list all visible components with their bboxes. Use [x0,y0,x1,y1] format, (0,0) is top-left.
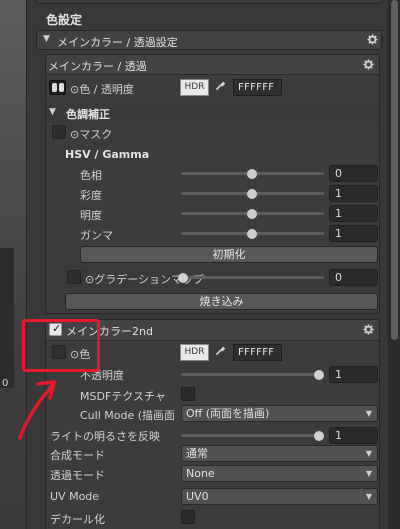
dropdown-caret-icon: ▼ [365,409,372,418]
decal-label: デカール化 [50,513,105,526]
gradient-map-value-field[interactable]: 0 [329,269,378,286]
cull-mode-label: Cull Mode (描画面 [80,409,176,422]
scrollbar-thumb[interactable] [391,0,398,340]
opacity-slider-knob[interactable] [314,370,324,380]
gear-icon[interactable] [363,324,374,338]
transparency-mode-label: 透過モード [50,469,105,482]
bake-button[interactable]: 焼き込み [65,293,378,310]
eyedropper-icon[interactable] [212,345,228,361]
gear-icon[interactable] [363,59,374,73]
uv-mode-label: UV Mode [50,490,100,503]
light-intensity-slider[interactable] [181,434,324,437]
light-intensity-value-field[interactable]: 1 [329,427,378,444]
scene-view-strip: 0 [0,0,26,529]
main-color-group-header[interactable]: ▼ メインカラー / 透過設定 [36,30,382,50]
saturation-slider-knob[interactable] [247,189,257,199]
hsv-gamma-title: HSV / Gamma [65,148,150,161]
blend-mode-value: 通常 [186,447,208,460]
section-title: 色設定 [46,13,83,27]
cull-mode-dropdown[interactable]: Off (両面を描画) ▼ [181,405,378,422]
tone-correction-title: 色調補正 [66,108,110,121]
uv-mode-value: UV0 [186,490,209,503]
cull-mode-value: Off (両面を描画) [186,407,270,420]
gradient-map-slider-knob[interactable] [178,273,188,283]
main-color-subheader: メインカラー / 透過 [46,55,379,75]
msdf-checkbox[interactable] [181,387,195,401]
texture-slot[interactable] [49,80,66,95]
hdr-badge[interactable]: HDR [180,79,209,96]
scene-view-edge [0,248,14,388]
foldout-triangle-icon[interactable]: ▼ [49,107,56,117]
opacity-value-field[interactable]: 1 [329,366,378,383]
gradient-map-slider[interactable] [182,276,324,279]
hue-slider-knob[interactable] [247,169,257,179]
opacity-slider[interactable] [181,373,324,376]
light-intensity-slider-knob[interactable] [314,431,324,441]
color-2nd-hex-field[interactable]: FFFFFF [233,344,282,361]
inspector-scrollbar[interactable] [388,0,400,529]
dropdown-caret-icon: ▼ [365,449,372,458]
foldout-triangle-icon[interactable]: ▼ [43,34,50,44]
transparency-mode-dropdown[interactable]: None ▼ [181,465,378,482]
gamma-slider-knob[interactable] [247,229,257,239]
msdf-label: MSDFテクスチャ [80,390,166,403]
main-color-group-title: メインカラー / 透過設定 [57,36,178,49]
mask-texture-slot[interactable] [52,125,66,139]
saturation-label: 彩度 [80,189,102,202]
dropdown-caret-icon: ▼ [365,469,372,478]
main-color-subheader-title: メインカラー / 透過 [48,60,147,73]
brightness-slider-knob[interactable] [247,209,257,219]
scene-marker: 0 [2,378,9,389]
dropdown-caret-icon: ▼ [365,492,372,501]
previous-panel-edge [36,0,382,4]
gradient-map-texture-slot[interactable] [67,270,81,284]
hue-value-field[interactable]: 0 [329,165,378,182]
brightness-label: 明度 [80,209,102,222]
uv-mode-dropdown[interactable]: UV0 ▼ [181,488,378,505]
gear-icon[interactable] [367,34,378,48]
color-hex-field[interactable]: FFFFFF [233,79,282,96]
eyedropper-icon[interactable] [212,80,228,96]
arrow-annotation [18,380,56,440]
mask-label: ⊙マスク [70,128,113,141]
decal-checkbox[interactable] [181,510,195,524]
blend-mode-label: 合成モード [50,449,105,462]
reset-button[interactable]: 初期化 [80,246,378,263]
brightness-value-field[interactable]: 1 [329,205,378,222]
transparency-mode-value: None [186,467,215,480]
blend-mode-dropdown[interactable]: 通常 ▼ [181,445,378,462]
annotation-highlight-box [22,319,100,372]
saturation-value-field[interactable]: 1 [329,185,378,202]
gamma-label: ガンマ [80,229,113,242]
hdr-badge[interactable]: HDR [180,344,209,361]
hue-label: 色相 [80,169,102,182]
color-opacity-label: ⊙色 / 透明度 [70,83,134,96]
tone-correction-header[interactable]: ▼ 色調補正 [46,103,379,123]
gamma-value-field[interactable]: 1 [329,225,378,242]
